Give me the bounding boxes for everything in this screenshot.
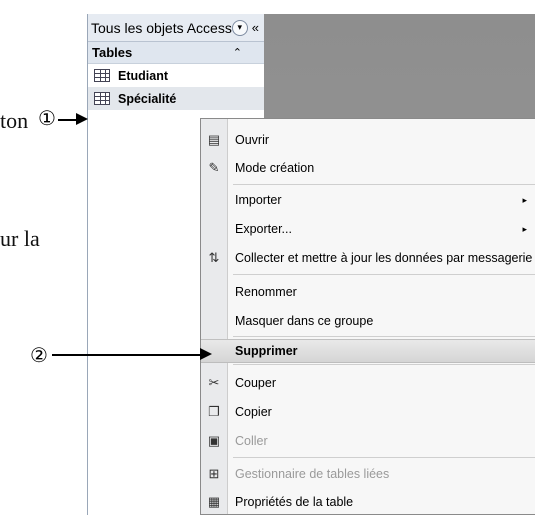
nav-item-etudiant[interactable]: Etudiant [88,64,264,87]
callout-arrow-2 [52,354,202,356]
menu-item-masquer[interactable]: Masquer dans ce groupe [201,310,535,332]
menu-item-label: Couper [235,376,276,390]
callout-arrowhead-2 [200,348,212,360]
menu-item-copier[interactable]: ❐ Copier [201,401,535,423]
menu-item-label: Renommer [235,285,297,299]
menu-separator [233,274,535,275]
menu-item-label: Gestionnaire de tables liées [235,467,390,481]
callout-marker-1: ① [38,106,56,130]
submenu-arrow-icon: ▸ [522,223,527,234]
menu-item-label: Importer [235,193,282,207]
menu-item-importer[interactable]: Importer ▸ [201,189,535,211]
paste-icon: ▣ [207,433,221,448]
menu-separator [233,364,535,365]
group-header-tables[interactable]: Tables ⌃ [88,42,264,64]
nav-item-specialite[interactable]: Spécialité [88,87,264,110]
menu-separator [233,184,535,185]
menu-item-renommer[interactable]: Renommer [201,281,535,303]
submenu-arrow-icon: ▸ [522,194,527,205]
copy-icon: ❐ [208,404,220,419]
table-icon [94,69,110,82]
nav-item-label: Spécialité [118,91,177,106]
menu-item-label: Supprimer [235,344,298,358]
menu-item-exporter[interactable]: Exporter... ▸ [201,218,535,240]
context-menu: ▤ Ouvrir ✎ Mode création Importer ▸ Expo… [200,118,535,515]
menu-item-label: Masquer dans ce groupe [235,314,374,328]
menu-item-label: Propriétés de la table [235,495,354,509]
nav-pane-title: Tous les objets Access [91,19,232,36]
menu-item-label: Mode création [235,161,315,175]
nav-item-label: Etudiant [118,68,168,83]
menu-item-collecter[interactable]: ⇅ Collecter et mettre à jour les données… [201,247,535,269]
menu-item-mode-creation[interactable]: ✎ Mode création [201,157,535,179]
nav-pane-header[interactable]: Tous les objets Access ▾ « [88,14,264,42]
menu-item-gestionnaire[interactable]: ⊞ Gestionnaire de tables liées [201,463,535,485]
menu-item-supprimer[interactable]: Supprimer [201,339,535,363]
design-view-icon: ✎ [208,160,220,175]
menu-item-label: Ouvrir [235,133,270,147]
menu-item-label: Collecter et mettre à jour les données p… [235,251,533,265]
open-table-icon: ▤ [207,132,221,147]
scissors-icon: ✂ [208,375,220,390]
callout-arrow-1 [58,119,78,121]
menu-item-coller[interactable]: ▣ Coller [201,430,535,452]
linked-table-icon: ⊞ [208,466,220,481]
chevron-up-icon[interactable]: ⌃ [233,46,242,59]
table-icon [94,92,110,105]
menu-item-label: Coller [235,434,268,448]
callout-marker-2: ② [30,343,48,367]
document-text-fragment: ton [0,108,29,133]
menu-item-label: Exporter... [235,222,292,236]
menu-separator [233,457,535,458]
document-text-fragment: ur la [0,226,40,251]
callout-arrowhead-1 [76,113,88,125]
properties-icon: ▦ [207,494,221,509]
group-label: Tables [92,45,133,60]
collect-data-icon: ⇅ [208,250,220,265]
menu-item-label: Copier [235,405,272,419]
menu-item-ouvrir[interactable]: ▤ Ouvrir [201,129,535,151]
menu-item-proprietes[interactable]: ▦ Propriétés de la table [201,491,535,513]
nav-dropdown-icon[interactable]: ▾ [231,19,248,36]
menu-separator [233,336,535,337]
collapse-pane-icon[interactable]: « [252,20,259,35]
menu-item-couper[interactable]: ✂ Couper [201,372,535,394]
